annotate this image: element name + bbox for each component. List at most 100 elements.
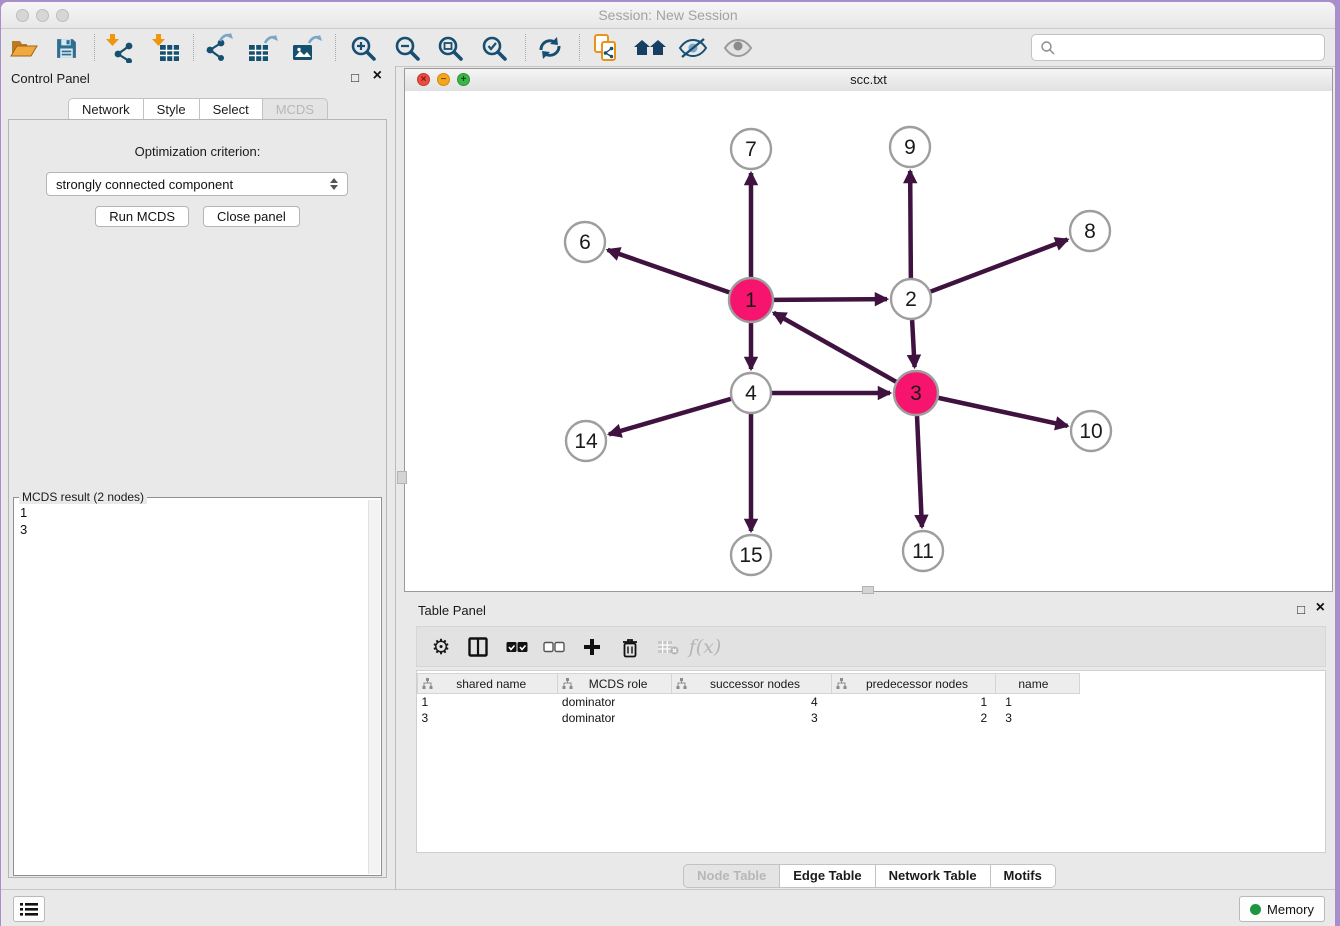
duplicate-network-icon[interactable]	[589, 32, 623, 64]
home-icon[interactable]	[633, 32, 667, 64]
toolbar-separator	[335, 34, 336, 61]
window-titlebar: Session: New Session	[1, 2, 1335, 29]
graph-edge-4-14[interactable]	[609, 399, 731, 434]
tab-node-table[interactable]: Node Table	[683, 864, 780, 888]
refresh-view-icon[interactable]	[533, 32, 567, 64]
import-table-icon[interactable]	[148, 32, 182, 64]
network-graph: 1234678910111415	[405, 91, 1332, 591]
graph-edge-3-11[interactable]	[917, 416, 922, 527]
graph-node-label-15: 15	[739, 544, 762, 567]
save-session-icon[interactable]	[49, 32, 83, 64]
function-builder-icon: f(x)	[689, 631, 721, 663]
close-panel-button[interactable]: Close panel	[203, 206, 300, 227]
column-header-predecessor-nodes[interactable]: predecessor nodes	[832, 674, 995, 694]
deselect-all-columns-icon[interactable]	[538, 631, 570, 663]
graph-node-label-4: 4	[745, 382, 757, 405]
float-panel-icon[interactable]: □	[351, 71, 359, 85]
column-type-icon	[676, 678, 687, 689]
close-table-panel-icon[interactable]: ×	[1316, 601, 1325, 615]
search-input[interactable]	[1060, 39, 1324, 56]
graph-edge-2-8[interactable]	[931, 240, 1068, 292]
delete-table-icon[interactable]	[652, 631, 684, 663]
network-canvas[interactable]: 1234678910111415	[405, 91, 1332, 591]
select-all-columns-icon[interactable]	[501, 631, 533, 663]
column-header-name[interactable]: name	[995, 674, 1079, 694]
column-type-icon	[836, 678, 847, 689]
node-table: shared name MCDS role successor nodes pr…	[416, 670, 1326, 853]
graph-edge-1-2[interactable]	[774, 299, 887, 300]
column-type-icon	[562, 678, 573, 689]
control-panel-title: Control Panel	[11, 71, 90, 86]
mcds-result-line: 1	[20, 504, 375, 521]
export-network-icon[interactable]	[202, 32, 236, 64]
table-row[interactable]: 1 dominator 4 1 1	[418, 694, 1080, 711]
cell-name[interactable]: 1	[995, 694, 1079, 711]
network-view-title: scc.txt	[405, 69, 1332, 91]
graph-edge-2-9[interactable]	[910, 171, 911, 278]
column-header-shared-name[interactable]: shared name	[418, 674, 558, 694]
search-icon	[1040, 40, 1056, 56]
splitter-handle-vertical[interactable]	[397, 471, 407, 484]
splitter-handle-horizontal[interactable]	[862, 586, 874, 594]
graph-node-label-14: 14	[574, 430, 598, 453]
mcds-result-line: 3	[20, 521, 375, 538]
zoom-fit-icon[interactable]	[433, 32, 467, 64]
graph-edge-1-6[interactable]	[608, 250, 730, 292]
table-row[interactable]: 3 dominator 3 2 3	[418, 710, 1080, 726]
mcds-result-title: MCDS result (2 nodes)	[19, 490, 147, 504]
column-header-successor-nodes[interactable]: successor nodes	[671, 674, 831, 694]
graph-edge-2-3[interactable]	[912, 320, 915, 367]
column-header-mcds-role[interactable]: MCDS role	[558, 674, 671, 694]
cell-name[interactable]: 3	[995, 710, 1079, 726]
menu-list-button[interactable]	[13, 896, 45, 922]
tab-motifs[interactable]: Motifs	[991, 864, 1056, 888]
create-column-icon[interactable]	[576, 631, 608, 663]
network-view-titlebar[interactable]: × − + scc.txt	[405, 69, 1332, 92]
hide-selected-icon[interactable]	[676, 32, 710, 64]
graph-node-label-10: 10	[1079, 420, 1102, 443]
export-table-icon[interactable]	[246, 32, 280, 64]
close-panel-icon[interactable]: ×	[373, 69, 382, 83]
zoom-selected-icon[interactable]	[477, 32, 511, 64]
toolbar-separator	[193, 34, 194, 61]
graph-node-label-8: 8	[1084, 220, 1096, 243]
mcds-tab-content: Optimization criterion: strongly connect…	[8, 119, 387, 878]
cell-mcds-role[interactable]: dominator	[558, 694, 671, 711]
table-panel-tabs: Node Table Edge Table Network Table Moti…	[404, 864, 1335, 888]
optimization-select[interactable]: strongly connected component	[46, 172, 348, 196]
show-all-icon[interactable]	[721, 32, 755, 64]
mcds-result-box: MCDS result (2 nodes) 1 3	[13, 497, 382, 876]
zoom-out-icon[interactable]	[390, 32, 424, 64]
import-network-icon[interactable]	[102, 32, 136, 64]
float-table-panel-icon[interactable]: □	[1297, 603, 1305, 617]
run-mcds-button[interactable]: Run MCDS	[95, 206, 189, 227]
tab-edge-table[interactable]: Edge Table	[780, 864, 875, 888]
graph-node-label-1: 1	[745, 289, 757, 312]
export-image-icon[interactable]	[290, 32, 324, 64]
graph-edge-3-1[interactable]	[774, 313, 896, 382]
show-columns-icon[interactable]	[462, 631, 494, 663]
graph-edge-3-10[interactable]	[938, 398, 1067, 426]
open-session-icon[interactable]	[7, 32, 41, 64]
cell-predecessor-nodes[interactable]: 2	[832, 710, 995, 726]
table-settings-icon[interactable]: ⚙	[425, 631, 457, 663]
graph-node-label-11: 11	[912, 540, 934, 563]
cell-mcds-role[interactable]: dominator	[558, 710, 671, 726]
delete-columns-icon[interactable]	[614, 631, 646, 663]
tab-network-table[interactable]: Network Table	[876, 864, 991, 888]
cell-successor-nodes[interactable]: 3	[671, 710, 831, 726]
toolbar-separator	[94, 34, 95, 61]
toolbar-separator	[525, 34, 526, 61]
table-toolbar: ⚙ f(x)	[416, 626, 1326, 667]
cell-shared-name[interactable]: 3	[418, 710, 558, 726]
graph-node-label-6: 6	[579, 231, 591, 254]
cell-successor-nodes[interactable]: 4	[671, 694, 831, 711]
cell-shared-name[interactable]: 1	[418, 694, 558, 711]
window-title: Session: New Session	[1, 2, 1335, 28]
optimization-criterion-label: Optimization criterion:	[9, 144, 386, 159]
zoom-in-icon[interactable]	[346, 32, 380, 64]
cell-predecessor-nodes[interactable]: 1	[832, 694, 995, 711]
column-type-icon	[422, 678, 433, 689]
memory-button[interactable]: Memory	[1239, 896, 1325, 922]
result-scrollbar[interactable]	[368, 500, 380, 874]
